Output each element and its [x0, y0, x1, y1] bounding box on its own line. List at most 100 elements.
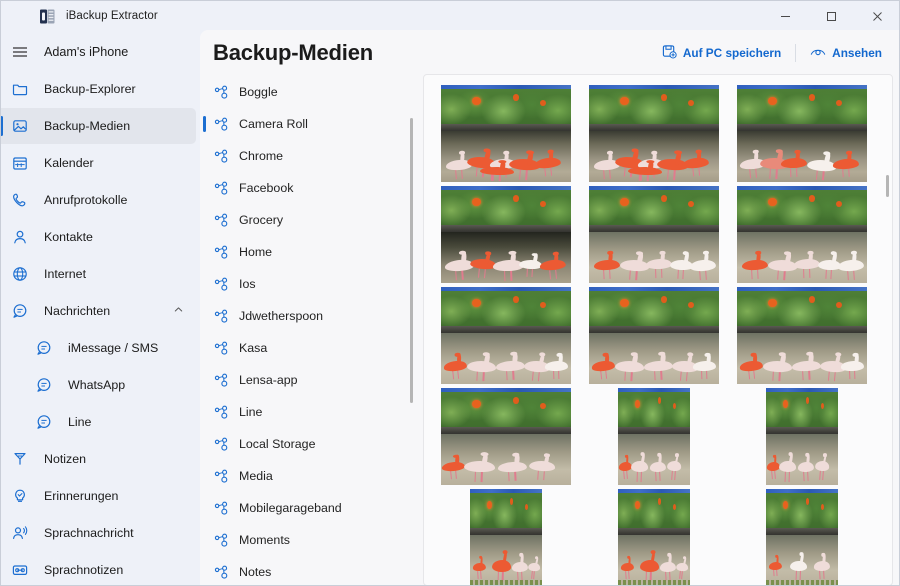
- thumbnail-image: [766, 489, 838, 585]
- voicemail-icon: [12, 523, 38, 543]
- album-item-label: Chrome: [239, 149, 284, 163]
- view-button[interactable]: Ansehen: [802, 40, 890, 67]
- close-button[interactable]: [854, 0, 900, 32]
- media-cell: [728, 485, 876, 585]
- album-item-notes[interactable]: Notes: [200, 556, 418, 586]
- media-thumbnail[interactable]: [441, 388, 571, 485]
- chat-icon: [12, 301, 38, 321]
- album-item-moments[interactable]: Moments: [200, 524, 418, 556]
- voice-memo-icon: [12, 560, 38, 580]
- sidebar-item-kalender[interactable]: Kalender: [0, 145, 196, 181]
- sidebar-item-erinnerungen[interactable]: Erinnerungen: [0, 478, 196, 514]
- thumbnail-image: [737, 287, 867, 384]
- media-thumbnail[interactable]: [589, 186, 719, 283]
- media-cell: [728, 384, 876, 485]
- sidebar-nav-list: Backup-Explorer Backup-Medien Kalender Anru…: [0, 71, 204, 586]
- main-panel: Backup-Medien Auf PC speichern Ansehen B…: [200, 30, 900, 586]
- sidebar-item-kontakte[interactable]: Kontakte: [0, 219, 196, 255]
- thumbnail-image: [441, 186, 571, 283]
- album-item-label: Line: [239, 405, 263, 419]
- sidebar-item-label: Notizen: [44, 452, 87, 466]
- chat-icon: [36, 412, 62, 432]
- media-thumbnail[interactable]: [737, 186, 867, 283]
- album-item-ios[interactable]: Ios: [200, 268, 418, 300]
- sidebar-item-line[interactable]: Line: [0, 404, 196, 440]
- album-item-label: Moments: [239, 533, 290, 547]
- share-nodes-icon: [214, 533, 234, 548]
- chat-icon: [36, 338, 62, 358]
- sidebar-item-imessage-sms[interactable]: iMessage / SMS: [0, 330, 196, 366]
- media-thumbnail[interactable]: [618, 388, 690, 485]
- share-nodes-icon: [214, 85, 234, 100]
- album-list-items: Boggle Camera Roll Chrome Facebook Grocery Ho…: [200, 76, 418, 586]
- sidebar-item-backup-medien[interactable]: Backup-Medien: [0, 108, 196, 144]
- album-item-local-storage[interactable]: Local Storage: [200, 428, 418, 460]
- minimize-button[interactable]: [762, 0, 808, 32]
- media-cell: [580, 81, 728, 182]
- album-item-boggle[interactable]: Boggle: [200, 76, 418, 108]
- album-item-chrome[interactable]: Chrome: [200, 140, 418, 172]
- media-thumbnail[interactable]: [589, 85, 719, 182]
- save-to-pc-icon: [662, 44, 677, 62]
- sidebar-item-notizen[interactable]: Notizen: [0, 441, 196, 477]
- sidebar-item-label: WhatsApp: [68, 378, 126, 392]
- media-thumbnail[interactable]: [766, 489, 838, 585]
- sidebar-item-label: iMessage / SMS: [68, 341, 159, 355]
- media-thumbnail[interactable]: [737, 287, 867, 384]
- media-thumbnail[interactable]: [441, 287, 571, 384]
- album-list-scrollbar[interactable]: [410, 118, 413, 403]
- album-item-camera-roll[interactable]: Camera Roll: [200, 108, 418, 140]
- media-cell: [728, 81, 876, 182]
- media-grid-scrollbar[interactable]: [886, 175, 889, 197]
- device-row[interactable]: Adam's iPhone: [0, 34, 204, 70]
- sidebar-item-anrufprotokolle[interactable]: Anrufprotokolle: [0, 182, 196, 218]
- chevron-up-icon[interactable]: [173, 302, 184, 320]
- media-thumbnail[interactable]: [589, 287, 719, 384]
- sidebar: Adam's iPhone Backup-Explorer Backup-Medi…: [0, 32, 204, 586]
- album-item-label: Ios: [239, 277, 256, 291]
- album-item-jdwetherspoon[interactable]: Jdwetherspoon: [200, 300, 418, 332]
- share-nodes-icon: [214, 309, 234, 324]
- sidebar-item-sprachnachricht[interactable]: Sprachnachricht: [0, 515, 196, 551]
- sidebar-item-label: Kontakte: [44, 230, 93, 244]
- media-grid: [424, 75, 892, 585]
- media-thumbnail[interactable]: [441, 186, 571, 283]
- save-to-pc-button[interactable]: Auf PC speichern: [654, 39, 789, 67]
- sidebar-item-whatsapp[interactable]: WhatsApp: [0, 367, 196, 403]
- folder-icon: [12, 79, 38, 99]
- maximize-button[interactable]: [808, 0, 854, 32]
- calendar-icon: [12, 153, 38, 173]
- share-nodes-icon: [214, 277, 234, 292]
- sidebar-item-backup-explorer[interactable]: Backup-Explorer: [0, 71, 196, 107]
- media-thumbnail[interactable]: [766, 388, 838, 485]
- page-title: Backup-Medien: [213, 40, 373, 65]
- hamburger-icon[interactable]: [12, 44, 38, 60]
- album-item-home[interactable]: Home: [200, 236, 418, 268]
- thumbnail-image: [737, 186, 867, 283]
- album-item-facebook[interactable]: Facebook: [200, 172, 418, 204]
- media-grid-container: [423, 74, 893, 586]
- media-cell: [432, 384, 580, 485]
- media-thumbnail[interactable]: [737, 85, 867, 182]
- media-thumbnail[interactable]: [618, 489, 690, 585]
- album-item-lensa-app[interactable]: Lensa-app: [200, 364, 418, 396]
- album-item-mobilegarageband[interactable]: Mobilegarageband: [200, 492, 418, 524]
- album-item-kasa[interactable]: Kasa: [200, 332, 418, 364]
- album-item-grocery[interactable]: Grocery: [200, 204, 418, 236]
- media-cell: [580, 283, 728, 384]
- album-item-label: Kasa: [239, 341, 268, 355]
- sidebar-item-nachrichten[interactable]: Nachrichten: [0, 293, 196, 329]
- album-item-line[interactable]: Line: [200, 396, 418, 428]
- main-header: Backup-Medien Auf PC speichern Ansehen: [200, 30, 900, 76]
- chat-icon: [36, 375, 62, 395]
- sidebar-item-internet[interactable]: Internet: [0, 256, 196, 292]
- album-item-label: Facebook: [239, 181, 294, 195]
- share-nodes-icon: [214, 213, 234, 228]
- album-item-media[interactable]: Media: [200, 460, 418, 492]
- media-thumbnail[interactable]: [470, 489, 542, 585]
- thumbnail-image: [618, 489, 690, 585]
- note-icon: [12, 449, 38, 469]
- media-thumbnail[interactable]: [441, 85, 571, 182]
- album-item-label: Media: [239, 469, 273, 483]
- sidebar-item-sprachnotizen[interactable]: Sprachnotizen: [0, 552, 196, 586]
